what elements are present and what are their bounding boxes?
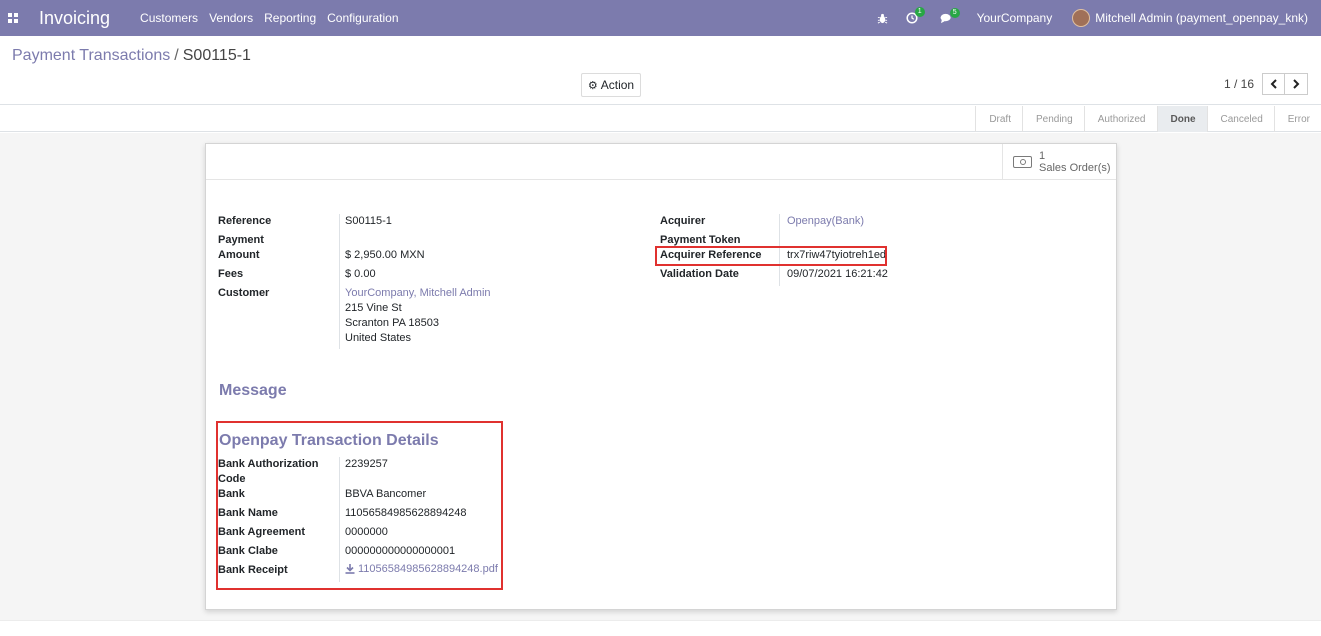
menu-reporting[interactable]: Reporting [264, 11, 316, 25]
breadcrumb-parent[interactable]: Payment Transactions [12, 47, 170, 64]
breadcrumb-current: S00115-1 [182, 47, 251, 64]
status-error: Error [1273, 106, 1321, 132]
validation-date-label: Validation Date [660, 268, 739, 280]
app-title[interactable]: Invoicing [39, 8, 110, 29]
pager-counter[interactable]: 1 / 16 [1224, 77, 1254, 91]
activity-badge: 1 [914, 7, 925, 17]
pager-next-button[interactable] [1285, 73, 1308, 95]
currency-code: MXN [400, 249, 425, 261]
pager-previous-button[interactable] [1262, 73, 1285, 95]
avatar[interactable] [1072, 9, 1091, 27]
sales-orders-label: Sales Order(s) [1039, 161, 1111, 174]
breadcrumb-separator: / [174, 47, 179, 64]
status-draft: Draft [975, 106, 1022, 132]
bank-authorization-label-line2: Code [218, 473, 246, 485]
menu-vendors[interactable]: Vendors [209, 11, 253, 25]
sales-orders-count: 1 [1039, 149, 1046, 162]
status-authorized: Authorized [1083, 106, 1157, 132]
status-done: Done [1156, 106, 1207, 132]
menu-configuration[interactable]: Configuration [327, 11, 398, 25]
customer-address-line2: Scranton PA 18503 [345, 317, 439, 329]
customer-address-line1: 215 Vine St [345, 302, 402, 314]
user-menu[interactable]: Mitchell Admin (payment_openpay_knk) [1095, 11, 1308, 25]
button-box: 1 Sales Order(s) [206, 144, 1116, 180]
bank-clabe-value[interactable]: 000000000000000001 [345, 545, 455, 557]
company-switcher[interactable]: YourCompany [977, 11, 1053, 25]
customer-link[interactable]: YourCompany, Mitchell Admin [345, 287, 491, 299]
bank-agreement-value[interactable]: 0000000 [345, 526, 388, 538]
bank-agreement-label: Bank Agreement [218, 526, 306, 538]
customer-address-line3: United States [345, 332, 412, 344]
menu-customers[interactable]: Customers [140, 11, 198, 25]
messages-icon[interactable]: 5 [940, 7, 960, 24]
status-pending: Pending [1021, 106, 1084, 132]
reference-label: Reference [218, 215, 272, 227]
bug-icon[interactable] [877, 13, 888, 24]
left-group-divider [339, 214, 340, 349]
fees-label: Fees [218, 268, 244, 280]
top-navbar: Invoicing Customers Vendors Reporting Co… [0, 0, 1321, 36]
fees-value[interactable]: $ 0.00 [345, 268, 376, 280]
statusbar: Draft Pending Authorized Done Canceled E… [0, 106, 1321, 132]
apps-menu-icon[interactable] [0, 0, 26, 36]
action-label: Action [600, 78, 635, 92]
bank-name-value[interactable]: 11056584985628894248 [345, 507, 467, 519]
activity-clock-icon[interactable]: 1 [906, 7, 925, 24]
customer-label: Customer [218, 287, 270, 299]
amount-number: $ 2,950.00 [345, 249, 397, 261]
payment-amount-label-line2: Amount [218, 249, 260, 261]
bank-authorization-label-line1: Bank Authorization [218, 458, 319, 470]
bank-clabe-label: Bank Clabe [218, 545, 278, 557]
payment-amount-value[interactable]: $ 2,950.00 MXN [345, 249, 425, 261]
acquirer-reference-highlight [655, 246, 887, 266]
acquirer-label: Acquirer [660, 215, 706, 227]
reference-value[interactable]: S00115-1 [345, 215, 392, 227]
openpay-divider [339, 457, 340, 582]
gear-icon: ⚙ [587, 79, 598, 92]
bank-receipt-label: Bank Receipt [218, 564, 288, 576]
chatter-area [0, 620, 1321, 636]
form-sheet: 1 Sales Order(s) Reference S00115-1 Paym… [205, 143, 1117, 610]
openpay-details-title: Openpay Transaction Details [219, 432, 439, 449]
download-icon [345, 564, 355, 574]
bank-authorization-value[interactable]: 2239257 [345, 458, 388, 470]
sales-orders-button[interactable]: 1 Sales Order(s) [1002, 144, 1116, 179]
acquirer-link[interactable]: Openpay(Bank) [787, 215, 864, 227]
bank-receipt-download-link[interactable]: 11056584985628894248.pdf [345, 563, 498, 575]
bank-value[interactable]: BBVA Bancomer [345, 488, 426, 500]
payment-amount-label-line1: Payment [218, 234, 264, 246]
action-button[interactable]: ⚙ Action [581, 73, 641, 97]
breadcrumb: Payment Transactions / S00115-1 [12, 47, 251, 65]
control-panel: Payment Transactions / S00115-1 ⚙ Action 1… [0, 36, 1321, 105]
bank-receipt-filename: 11056584985628894248.pdf [358, 563, 498, 575]
messages-badge: 5 [949, 7, 960, 18]
bank-name-label: Bank Name [218, 507, 278, 519]
payment-token-label: Payment Token [660, 234, 741, 246]
status-canceled: Canceled [1206, 106, 1274, 132]
bank-label: Bank [218, 488, 245, 500]
money-icon [1013, 155, 1032, 168]
chevron-right-icon [1293, 79, 1300, 89]
message-title: Message [219, 382, 287, 399]
pager: 1 / 16 [1224, 73, 1308, 95]
validation-date-value[interactable]: 09/07/2021 16:21:42 [787, 268, 888, 280]
chevron-left-icon [1270, 79, 1277, 89]
